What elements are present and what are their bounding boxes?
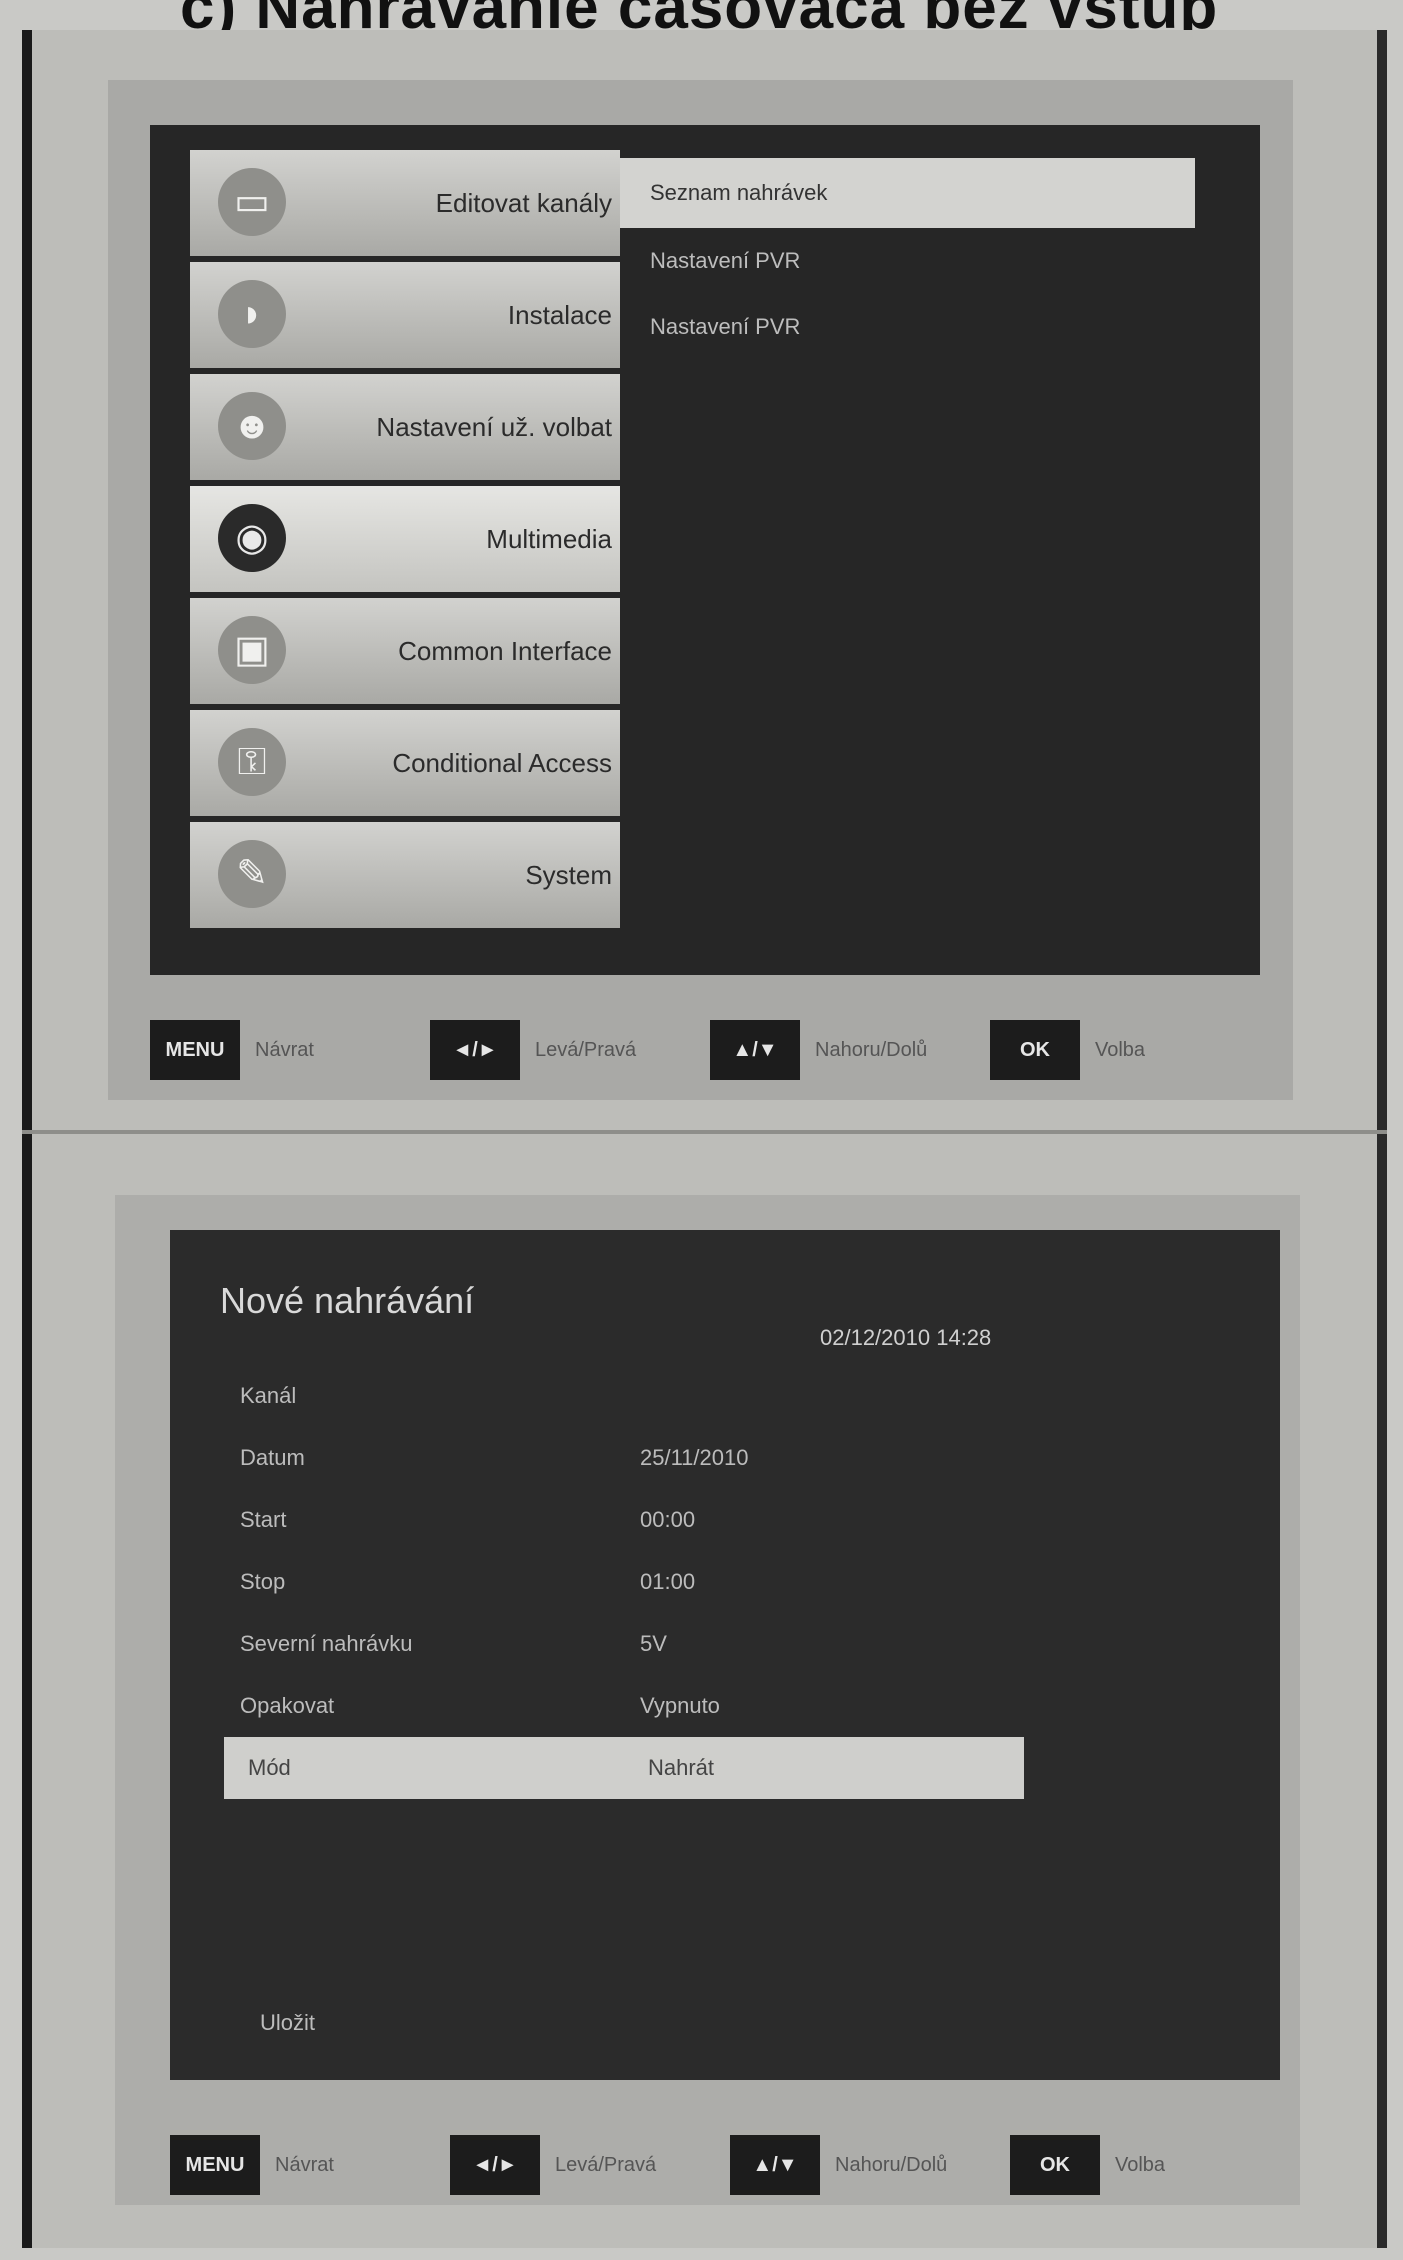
- field-label: Stop: [240, 1569, 286, 1594]
- field-label: Datum: [240, 1445, 305, 1470]
- left-right-key: ◄/►: [430, 1020, 520, 1080]
- field-label: Opakovat: [240, 1693, 335, 1718]
- menu-item-label: Common Interface: [398, 636, 612, 666]
- menu-item-label: Instalace: [507, 300, 612, 330]
- field-label: Kanál: [240, 1383, 297, 1408]
- field-value: 00:00: [640, 1507, 696, 1532]
- tools-icon: ✎: [218, 840, 286, 908]
- satellite-dish-icon: ◗: [218, 280, 286, 348]
- submenu-item-recordings[interactable]: Seznam nahrávek: [620, 158, 1195, 228]
- help-label: Levá/Pravá: [555, 2154, 657, 2176]
- help-label: Volba: [1115, 2154, 1166, 2176]
- field-label: Start: [240, 1507, 287, 1532]
- photo-divider: [22, 1130, 1387, 1134]
- field-value: 25/11/2010: [640, 1445, 749, 1470]
- menu-item-system[interactable]: ✎ System: [190, 822, 620, 928]
- up-down-key: ▲/▼: [730, 2135, 820, 2195]
- help-bar-bottom: MENU Návrat ◄/► Levá/Pravá ▲/▼ Nahoru/Do…: [170, 2125, 1300, 2205]
- menu-key: MENU: [150, 1020, 240, 1080]
- field-value: Nahrát: [648, 1755, 715, 1780]
- menu-item-label: Nastavení už. volbat: [376, 412, 612, 442]
- multimedia-icon: ◉: [218, 504, 286, 572]
- submenu-item-pvr-settings[interactable]: Nastavení PVR: [620, 228, 1195, 294]
- menu-item-label: System: [525, 860, 612, 890]
- ok-key: OK: [1010, 2135, 1100, 2195]
- menu-item-label: Editovat kanály: [435, 188, 612, 218]
- field-label: Mód: [248, 1755, 291, 1780]
- field-repeat[interactable]: Opakovat Vypnuto: [220, 1675, 1020, 1737]
- main-menu: ▭ Editovat kanály ◗ Instalace ☻ Nastaven…: [190, 150, 620, 928]
- field-recording-type[interactable]: Severní nahrávku 5V: [220, 1613, 1020, 1675]
- menu-item-multimedia[interactable]: ◉ Multimedia: [190, 486, 620, 592]
- help-label: Levá/Pravá: [535, 1039, 637, 1061]
- menu-item-common-interface[interactable]: ▣ Common Interface: [190, 598, 620, 704]
- user-settings-icon: ☻: [218, 392, 286, 460]
- menu-key: MENU: [170, 2135, 260, 2195]
- field-channel[interactable]: Kanál: [220, 1365, 1020, 1427]
- recording-title: Nové nahrávání: [220, 1280, 475, 1321]
- help-label: Návrat: [255, 1039, 314, 1061]
- multimedia-submenu: Seznam nahrávek Nastavení PVR Nastavení …: [620, 158, 1195, 360]
- help-label: Návrat: [275, 2154, 334, 2176]
- field-label: Severní nahrávku: [240, 1631, 413, 1656]
- field-stop[interactable]: Stop 01:00: [220, 1551, 1020, 1613]
- menu-item-user-settings[interactable]: ☻ Nastavení už. volbat: [190, 374, 620, 480]
- left-right-key: ◄/►: [450, 2135, 540, 2195]
- ok-key: OK: [990, 1020, 1080, 1080]
- up-down-key: ▲/▼: [710, 1020, 800, 1080]
- menu-item-conditional-access[interactable]: ⚿ Conditional Access: [190, 710, 620, 816]
- field-start[interactable]: Start 00:00: [220, 1489, 1020, 1551]
- recording-form: Kanál Datum 25/11/2010 Start 00:00 Stop …: [220, 1365, 1024, 1799]
- tv-icon: ▭: [218, 168, 286, 236]
- ci-card-icon: ▣: [218, 616, 286, 684]
- help-label: Nahoru/Dolů: [815, 1039, 928, 1061]
- current-datetime: 02/12/2010 14:28: [820, 1325, 992, 1350]
- help-bar-top: MENU Návrat ◄/► Levá/Pravá ▲/▼ Nahoru/Do…: [150, 1010, 1280, 1090]
- help-label: Volba: [1095, 1039, 1146, 1061]
- help-label: Nahoru/Dolů: [835, 2154, 948, 2176]
- menu-item-edit-channels[interactable]: ▭ Editovat kanály: [190, 150, 620, 256]
- field-value: Vypnuto: [640, 1693, 720, 1718]
- submenu-item-pvr-settings-2[interactable]: Nastavení PVR: [620, 294, 1195, 360]
- key-icon: ⚿: [218, 728, 286, 796]
- save-button[interactable]: Uložit: [260, 2010, 315, 2036]
- field-mode[interactable]: Mód Nahrát: [224, 1737, 1024, 1799]
- menu-item-label: Multimedia: [486, 524, 612, 554]
- field-value: 01:00: [640, 1569, 696, 1594]
- field-date[interactable]: Datum 25/11/2010: [220, 1427, 1020, 1489]
- menu-item-installation[interactable]: ◗ Instalace: [190, 262, 620, 368]
- field-value: 5V: [640, 1631, 667, 1656]
- menu-item-label: Conditional Access: [392, 748, 612, 778]
